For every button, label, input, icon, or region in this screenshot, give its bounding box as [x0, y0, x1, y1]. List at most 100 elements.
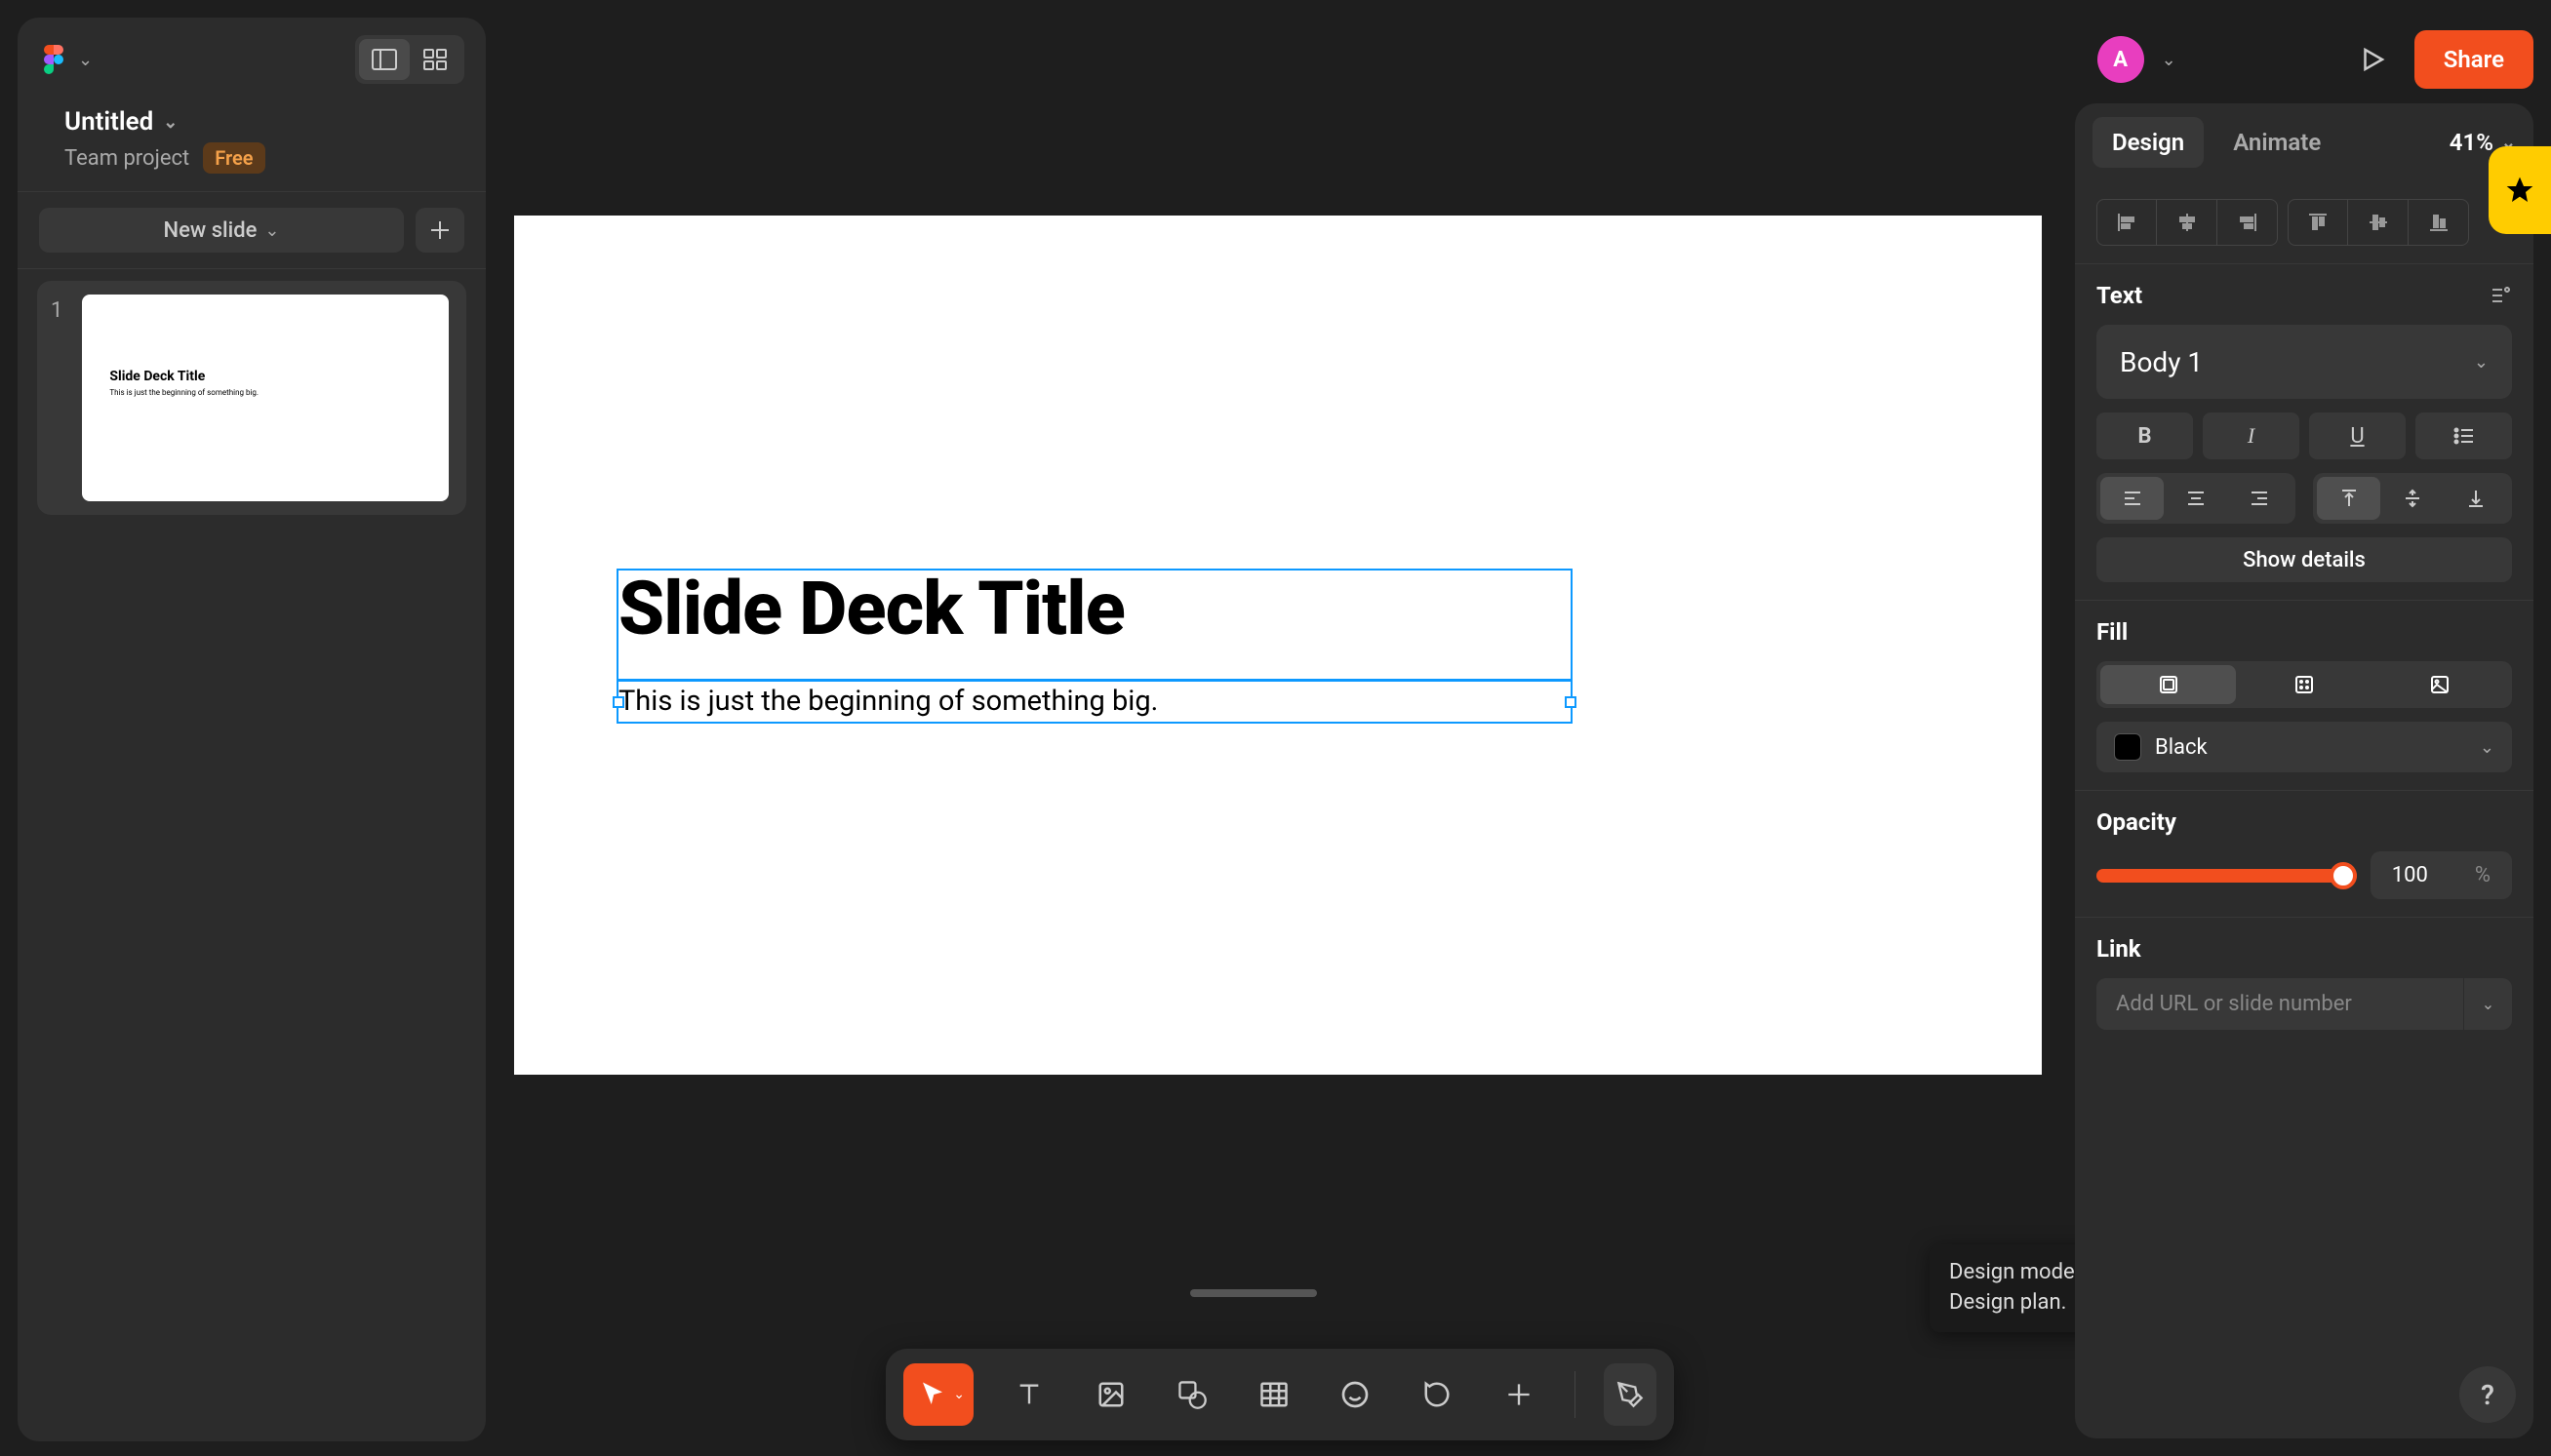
bottom-toolbar: ⌄ [886, 1349, 1674, 1440]
doc-title[interactable]: Untitled ⌄ [64, 107, 464, 137]
opacity-slider[interactable] [2096, 860, 2357, 891]
link-dropdown-button[interactable]: ⌄ [2463, 978, 2512, 1030]
user-avatar[interactable]: A [2097, 36, 2144, 83]
shape-tool-button[interactable] [1166, 1363, 1218, 1426]
align-bottom-button[interactable] [2409, 199, 2469, 246]
single-slide-view-button[interactable] [359, 39, 410, 80]
resize-handle-right[interactable] [1565, 696, 1576, 708]
text-valign-bottom-button[interactable] [2445, 477, 2508, 520]
text-settings-icon[interactable] [2489, 284, 2512, 307]
comment-tool-button[interactable] [1411, 1363, 1463, 1426]
slide-canvas[interactable]: Slide Deck Title This is just the beginn… [514, 216, 2042, 1075]
design-mode-button[interactable] [1604, 1363, 1656, 1426]
zoom-value: 41% [2450, 129, 2493, 156]
align-right-button[interactable] [2217, 199, 2278, 246]
align-hcenter-button[interactable] [2157, 199, 2217, 246]
text-valign-middle-button[interactable] [2380, 477, 2444, 520]
help-button[interactable]: ? [2459, 1366, 2516, 1423]
share-button[interactable]: Share [2414, 30, 2533, 89]
canvas-area[interactable]: Slide Deck Title This is just the beginn… [488, 0, 2073, 1456]
link-url-input[interactable]: Add URL or slide number [2096, 978, 2463, 1030]
fill-section: Fill Black ⌄ [2075, 601, 2533, 791]
right-panel-tabs: Design Animate 41% ⌄ [2075, 103, 2533, 181]
italic-button[interactable]: I [2203, 413, 2299, 459]
slider-thumb[interactable] [2330, 862, 2357, 889]
grid-view-button[interactable] [410, 39, 460, 80]
text-style-value: Body 1 [2120, 346, 2203, 378]
side-action-tab[interactable] [2489, 146, 2551, 234]
color-swatch [2114, 733, 2141, 761]
move-tool-button[interactable]: ⌄ [903, 1363, 974, 1426]
align-left-button[interactable] [2096, 199, 2157, 246]
toolbar-divider [1574, 1371, 1575, 1418]
link-input-row: Add URL or slide number ⌄ [2096, 978, 2512, 1030]
horizontal-align-group [2096, 199, 2278, 246]
slide-number: 1 [51, 295, 62, 323]
plan-badge: Free [203, 142, 264, 174]
chevron-down-icon: ⌄ [264, 220, 279, 241]
bold-button[interactable]: B [2096, 413, 2193, 459]
chevron-down-icon: ⌄ [2480, 737, 2494, 758]
align-top-button[interactable] [2288, 199, 2348, 246]
doc-meta: Team project Free [18, 142, 486, 191]
slides-list: 1 Slide Deck Title This is just the begi… [18, 269, 486, 527]
text-halign-segment [2096, 473, 2295, 524]
text-valign-top-button[interactable] [2317, 477, 2380, 520]
fill-solid-tab[interactable] [2100, 665, 2236, 704]
text-style-select[interactable]: Body 1 ⌄ [2096, 325, 2512, 399]
link-section-title: Link [2096, 935, 2141, 963]
thumb-subtitle: This is just the beginning of something … [109, 388, 259, 397]
alignment-section [2075, 181, 2533, 264]
top-right-controls: A ⌄ Share [2097, 18, 2533, 101]
table-tool-button[interactable] [1248, 1363, 1300, 1426]
add-more-button[interactable] [1493, 1363, 1545, 1426]
fill-image-tab[interactable] [2372, 665, 2508, 704]
chevron-down-icon[interactable]: ⌄ [2162, 50, 2176, 70]
text-valign-segment [2313, 473, 2512, 524]
fill-color-select[interactable]: Black ⌄ [2096, 722, 2512, 772]
vertical-align-group [2288, 199, 2469, 246]
new-slide-button[interactable]: New slide ⌄ [39, 208, 404, 253]
slide-thumbnail-item[interactable]: 1 Slide Deck Title This is just the begi… [37, 281, 466, 515]
fill-section-title: Fill [2096, 618, 2128, 646]
show-details-label: Show details [2243, 548, 2366, 572]
animate-tab[interactable]: Animate [2213, 117, 2340, 168]
opacity-section-title: Opacity [2096, 808, 2176, 836]
chevron-down-icon: ⌄ [163, 112, 178, 133]
opacity-value: 100 [2392, 863, 2428, 887]
underline-button[interactable]: U [2309, 413, 2406, 459]
present-button[interactable] [2348, 35, 2397, 84]
sticker-tool-button[interactable] [1330, 1363, 1382, 1426]
text-align-center-button[interactable] [2164, 477, 2227, 520]
fill-gradient-tab[interactable] [2236, 665, 2372, 704]
text-section-title: Text [2096, 282, 2142, 309]
chevron-down-icon: ⌄ [78, 50, 93, 70]
avatar-initial: A [2113, 48, 2128, 72]
text-align-left-button[interactable] [2100, 477, 2164, 520]
design-tab[interactable]: Design [2093, 117, 2204, 168]
chevron-down-icon: ⌄ [953, 1387, 965, 1402]
text-tool-button[interactable] [1003, 1363, 1056, 1426]
opacity-input[interactable]: 100 % [2371, 851, 2512, 899]
right-panel: Design Animate 41% ⌄ Text [2075, 103, 2533, 1438]
add-slide-button[interactable] [416, 208, 464, 253]
doc-title-text: Untitled [64, 107, 153, 137]
align-vcenter-button[interactable] [2348, 199, 2409, 246]
slide-subtitle-text[interactable]: This is just the beginning of something … [618, 685, 1158, 718]
show-details-button[interactable]: Show details [2096, 537, 2512, 582]
list-button[interactable] [2415, 413, 2512, 459]
team-name[interactable]: Team project [64, 146, 189, 171]
fill-color-name: Black [2155, 735, 2208, 760]
text-section: Text Body 1 ⌄ B I U [2075, 264, 2533, 601]
text-align-right-button[interactable] [2228, 477, 2292, 520]
main-menu[interactable]: ⌄ [39, 45, 93, 74]
new-slide-label: New slide [164, 218, 258, 243]
left-panel-header: ⌄ [18, 18, 486, 98]
horizontal-scrollbar[interactable] [1190, 1289, 1317, 1297]
image-tool-button[interactable] [1085, 1363, 1137, 1426]
left-panel: ⌄ Untitled ⌄ Team project Free New slide… [18, 18, 486, 1441]
slide-title-text[interactable]: Slide Deck Title [618, 565, 1125, 652]
opacity-section: Opacity 100 % [2075, 791, 2533, 918]
opacity-unit: % [2475, 863, 2491, 887]
slide-thumbnail: Slide Deck Title This is just the beginn… [82, 295, 449, 501]
